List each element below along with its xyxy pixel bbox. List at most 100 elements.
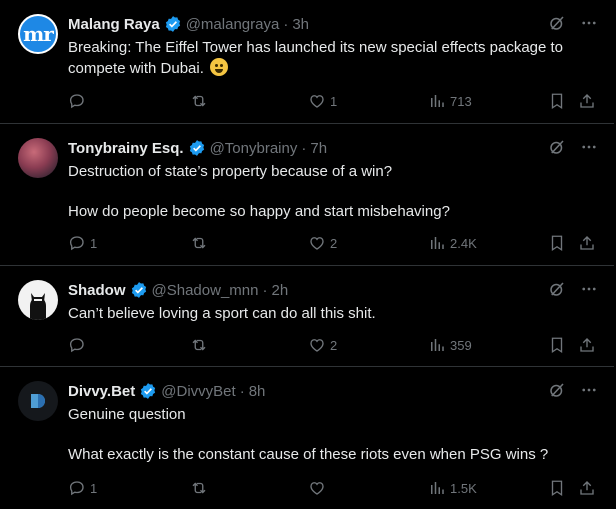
retweet-button[interactable] — [190, 91, 212, 111]
bookmark-icon — [548, 92, 566, 110]
reply-button[interactable]: 1 — [68, 233, 97, 253]
avatar[interactable] — [18, 280, 58, 320]
share-button[interactable] — [578, 91, 596, 111]
verified-badge-icon — [130, 281, 148, 299]
view-count: 1.5K — [450, 480, 477, 496]
tweet-header: Shadow @Shadow_mnn · 2h — [68, 280, 288, 300]
tweet[interactable]: Shadow @Shadow_mnn · 2h Can’t believe lo… — [0, 266, 614, 367]
analytics-icon — [428, 92, 446, 110]
tweet-header: Malang Raya @malangraya · 3h — [68, 14, 309, 34]
like-count: 2 — [330, 337, 338, 353]
tweet-text-line: What exactly is the constant cause of th… — [68, 446, 549, 463]
tweet-text-line: How do people become so happy and start … — [68, 203, 450, 220]
display-name[interactable]: Shadow — [68, 282, 126, 299]
bookmark-button[interactable] — [548, 335, 566, 355]
tweet[interactable]: mr Malang Raya @malangraya · 3h Breaking… — [0, 0, 614, 124]
reply-count: 1 — [90, 235, 98, 251]
crying-face-emoji-icon — [210, 58, 229, 76]
user-handle[interactable]: @Tonybrainy — [210, 140, 298, 157]
more-options-icon[interactable] — [580, 14, 598, 37]
views-button[interactable]: 713 — [428, 91, 472, 111]
more-options-icon[interactable] — [580, 381, 598, 404]
reply-icon — [68, 234, 86, 252]
share-button[interactable] — [578, 335, 596, 355]
heart-icon — [308, 234, 326, 252]
timestamp[interactable]: 2h — [271, 282, 288, 299]
tweet[interactable]: Tonybrainy Esq. @Tonybrainy · 7h Destruc… — [0, 124, 614, 266]
user-handle[interactable]: @DivvyBet — [161, 383, 235, 400]
tweet-text-line: Genuine question — [68, 406, 186, 423]
like-button[interactable]: 2 — [308, 335, 337, 355]
avatar[interactable] — [18, 381, 58, 421]
divvy-logo-icon — [31, 394, 45, 408]
grok-icon[interactable] — [548, 14, 566, 37]
timestamp[interactable]: 7h — [310, 140, 327, 157]
reply-button[interactable] — [68, 335, 90, 355]
share-button[interactable] — [578, 233, 596, 253]
user-handle[interactable]: @Shadow_mnn — [152, 282, 259, 299]
separator-dot: · — [283, 15, 289, 33]
retweet-icon — [190, 92, 208, 110]
action-bar: 1 713 — [68, 91, 598, 111]
tweet-header: Tonybrainy Esq. @Tonybrainy · 7h — [68, 138, 327, 158]
views-button[interactable]: 2.4K — [428, 233, 477, 253]
verified-badge-icon — [139, 382, 157, 400]
tweet-text-line: compete with Dubai. — [68, 60, 204, 77]
bookmark-icon — [548, 336, 566, 354]
tweet-text: Destruction of state’s property because … — [68, 162, 598, 222]
retweet-icon — [190, 479, 208, 497]
bookmark-button[interactable] — [548, 233, 566, 253]
view-count: 2.4K — [450, 235, 477, 251]
retweet-button[interactable] — [190, 233, 212, 253]
views-button[interactable]: 1.5K — [428, 478, 477, 498]
separator-dot: · — [301, 139, 307, 157]
share-icon — [578, 92, 596, 110]
timestamp[interactable]: 3h — [292, 16, 309, 33]
tweet[interactable]: Divvy.Bet @DivvyBet · 8h Genuine questio… — [0, 367, 614, 509]
grok-icon[interactable] — [548, 138, 566, 161]
retweet-icon — [190, 336, 208, 354]
separator-dot: · — [262, 281, 268, 299]
share-button[interactable] — [578, 478, 596, 498]
bookmark-button[interactable] — [548, 478, 566, 498]
display-name[interactable]: Divvy.Bet — [68, 383, 135, 400]
reply-button[interactable] — [68, 91, 90, 111]
views-button[interactable]: 359 — [428, 335, 472, 355]
reply-button[interactable]: 1 — [68, 478, 97, 498]
heart-icon — [308, 92, 326, 110]
view-count: 713 — [450, 93, 472, 109]
retweet-button[interactable] — [190, 335, 212, 355]
tweet-text: Breaking: The Eiffel Tower has launched … — [68, 38, 598, 79]
bookmark-button[interactable] — [548, 91, 566, 111]
batman-silhouette-icon — [30, 293, 46, 320]
display-name[interactable]: Tonybrainy Esq. — [68, 140, 184, 157]
action-bar: 2 359 — [68, 335, 598, 355]
more-options-icon[interactable] — [580, 138, 598, 161]
avatar-logo-text: mr — [23, 22, 54, 46]
tweet-text: Can’t believe loving a sport can do all … — [68, 304, 598, 324]
more-options-icon[interactable] — [580, 280, 598, 303]
tweet-text-line: Can’t believe loving a sport can do all … — [68, 305, 376, 322]
timestamp[interactable]: 8h — [249, 383, 266, 400]
share-icon — [578, 234, 596, 252]
avatar[interactable]: mr — [18, 14, 58, 54]
analytics-icon — [428, 479, 446, 497]
user-handle[interactable]: @malangraya — [186, 16, 280, 33]
like-button[interactable]: 2 — [308, 233, 337, 253]
display-name[interactable]: Malang Raya — [68, 16, 160, 33]
bookmark-icon — [548, 479, 566, 497]
avatar[interactable] — [18, 138, 58, 178]
view-count: 359 — [450, 337, 472, 353]
like-button[interactable]: 1 — [308, 91, 337, 111]
action-bar: 1 1.5K — [68, 478, 598, 498]
grok-icon[interactable] — [548, 381, 566, 404]
retweet-button[interactable] — [190, 478, 212, 498]
timeline-feed: mr Malang Raya @malangraya · 3h Breaking… — [0, 0, 616, 509]
reply-count: 1 — [90, 480, 98, 496]
grok-icon[interactable] — [548, 280, 566, 303]
like-button[interactable] — [308, 478, 330, 498]
action-bar: 1 2 2.4K — [68, 233, 598, 253]
heart-icon — [308, 336, 326, 354]
analytics-icon — [428, 234, 446, 252]
reply-icon — [68, 479, 86, 497]
